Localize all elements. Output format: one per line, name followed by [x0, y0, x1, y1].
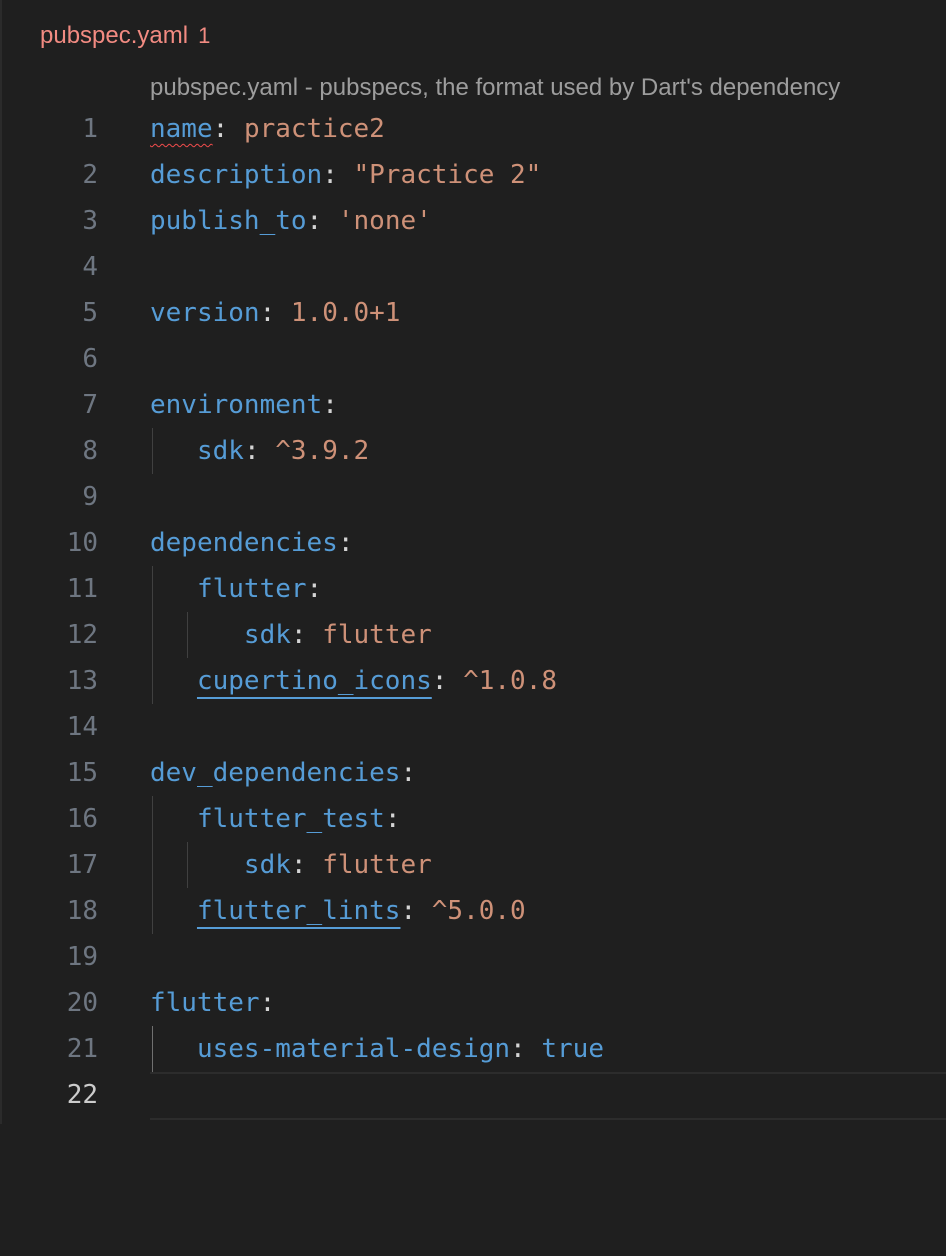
line-number: 11 [66, 574, 98, 604]
code-line-8[interactable]: 8 sdk: ^3.9.2 [0, 428, 946, 474]
package-link-flutter-lints[interactable]: flutter_lints [197, 896, 401, 926]
colon: : [400, 758, 417, 788]
colon: : [243, 436, 260, 466]
code-line-19[interactable]: 19 [0, 934, 946, 980]
line-number: 9 [82, 482, 98, 512]
yaml-key-version: version [150, 298, 260, 328]
yaml-key-sdk: sdk [243, 620, 291, 650]
package-link-cupertino-icons[interactable]: cupertino_icons [197, 666, 432, 696]
line-number: 7 [82, 390, 98, 420]
code-line-3[interactable]: 3 publish_to: 'none' [0, 198, 946, 244]
yaml-key-sdk: sdk [196, 436, 244, 466]
line-number: 4 [82, 252, 98, 282]
code-line-5[interactable]: 5 version: 1.0.0+1 [0, 290, 946, 336]
line-number: 5 [82, 298, 98, 328]
editor-tab-pubspec[interactable]: pubspec.yaml 1 [40, 18, 210, 54]
code-line-17[interactable]: 17 sdk: flutter [0, 842, 946, 888]
code-line-14[interactable]: 14 [0, 704, 946, 750]
yaml-key-dependencies: dependencies [150, 528, 338, 558]
code-line-4[interactable]: 4 [0, 244, 946, 290]
colon: : [322, 390, 338, 420]
current-line-highlight [150, 1072, 946, 1120]
line-number: 18 [66, 896, 98, 926]
colon: : [290, 850, 307, 880]
colon: : [259, 298, 276, 328]
line-number: 16 [66, 804, 98, 834]
schema-codelens[interactable]: pubspec.yaml - pubspecs, the format used… [150, 70, 946, 106]
line-number: 22 [66, 1080, 98, 1110]
colon: : [400, 896, 417, 926]
line-number: 19 [66, 942, 98, 972]
line-number: 17 [66, 850, 98, 880]
colon: : [306, 574, 323, 604]
yaml-value-name: practice2 [243, 114, 385, 144]
line-number: 12 [66, 620, 98, 650]
indent-guide [152, 428, 153, 474]
code-line-2[interactable]: 2 description: "Practice 2" [0, 152, 946, 198]
indent-guide [152, 566, 153, 704]
code-line-11[interactable]: 11 flutter: [0, 566, 946, 612]
yaml-value-version: 1.0.0+1 [290, 298, 401, 328]
line-number: 20 [66, 988, 98, 1018]
code-line-18[interactable]: 18 flutter_lints: ^5.0.0 [0, 888, 946, 934]
code-area[interactable]: 1 name: practice2 2 description: "Practi… [0, 106, 946, 1120]
code-line-15[interactable]: 15 dev_dependencies: [0, 750, 946, 796]
colon: : [212, 114, 229, 144]
yaml-key-description: description [150, 160, 323, 190]
code-line-1[interactable]: 1 name: practice2 [0, 106, 946, 152]
line-number: 3 [82, 206, 98, 236]
code-line-16[interactable]: 16 flutter_test: [0, 796, 946, 842]
yaml-value-sdk: ^3.9.2 [275, 436, 370, 466]
line-number: 6 [82, 344, 98, 374]
colon: : [259, 988, 276, 1018]
indent-guide [187, 612, 188, 658]
code-line-10[interactable]: 10 dependencies: [0, 520, 946, 566]
line-number: 13 [66, 666, 98, 696]
colon: : [290, 620, 307, 650]
editor[interactable]: pubspec.yaml 1 pubspec.yaml - pubspecs, t… [0, 0, 946, 1124]
colon: : [384, 804, 401, 834]
yaml-value-sdk-flutter: flutter [322, 850, 432, 880]
yaml-key-publish-to: publish_to [150, 206, 307, 236]
line-number: 21 [66, 1034, 98, 1064]
yaml-key-dev-dependencies: dev_dependencies [150, 758, 401, 788]
colon: : [431, 666, 448, 696]
yaml-key-environment: environment [150, 390, 323, 420]
colon: : [337, 528, 354, 558]
yaml-key-name: name [150, 114, 213, 144]
code-line-6[interactable]: 6 [0, 336, 946, 382]
line-number: 14 [66, 712, 98, 742]
code-line-12[interactable]: 12 sdk: flutter [0, 612, 946, 658]
colon: : [322, 160, 338, 190]
line-number: 1 [82, 114, 98, 144]
indent-guide [152, 796, 153, 934]
yaml-key-flutter: flutter [196, 574, 307, 604]
indent-guide-active [152, 1026, 153, 1072]
colon: : [306, 206, 323, 236]
line-number: 8 [82, 436, 98, 466]
indent-guide [187, 842, 188, 888]
yaml-value-description: "Practice 2" [353, 160, 542, 190]
yaml-value-publish-to: 'none' [337, 206, 432, 236]
tab-filename: pubspec.yaml [40, 22, 189, 49]
yaml-key-flutter: flutter [150, 988, 260, 1018]
code-line-9[interactable]: 9 [0, 474, 946, 520]
line-number: 10 [66, 528, 98, 558]
code-line-20[interactable]: 20 flutter: [0, 980, 946, 1026]
line-number: 2 [82, 160, 98, 190]
code-line-13[interactable]: 13 cupertino_icons: ^1.0.8 [0, 658, 946, 704]
yaml-value-cupertino-icons-version: ^1.0.8 [463, 666, 558, 696]
code-line-21[interactable]: 21 uses-material-design: true [0, 1026, 946, 1072]
yaml-value-true: true [541, 1034, 604, 1064]
line-number: 15 [66, 758, 98, 788]
colon: : [510, 1034, 526, 1064]
problem-count-badge: 1 [198, 23, 211, 48]
yaml-key-flutter-test: flutter_test [196, 804, 385, 834]
yaml-key-uses-material-design: uses-material-design [196, 1034, 511, 1064]
yaml-value-flutter-lints-version: ^5.0.0 [431, 896, 526, 926]
yaml-value-sdk-flutter: flutter [322, 620, 432, 650]
code-line-22-current[interactable]: 22 [0, 1072, 946, 1120]
code-line-7[interactable]: 7 environment: [0, 382, 946, 428]
yaml-key-sdk: sdk [243, 850, 291, 880]
